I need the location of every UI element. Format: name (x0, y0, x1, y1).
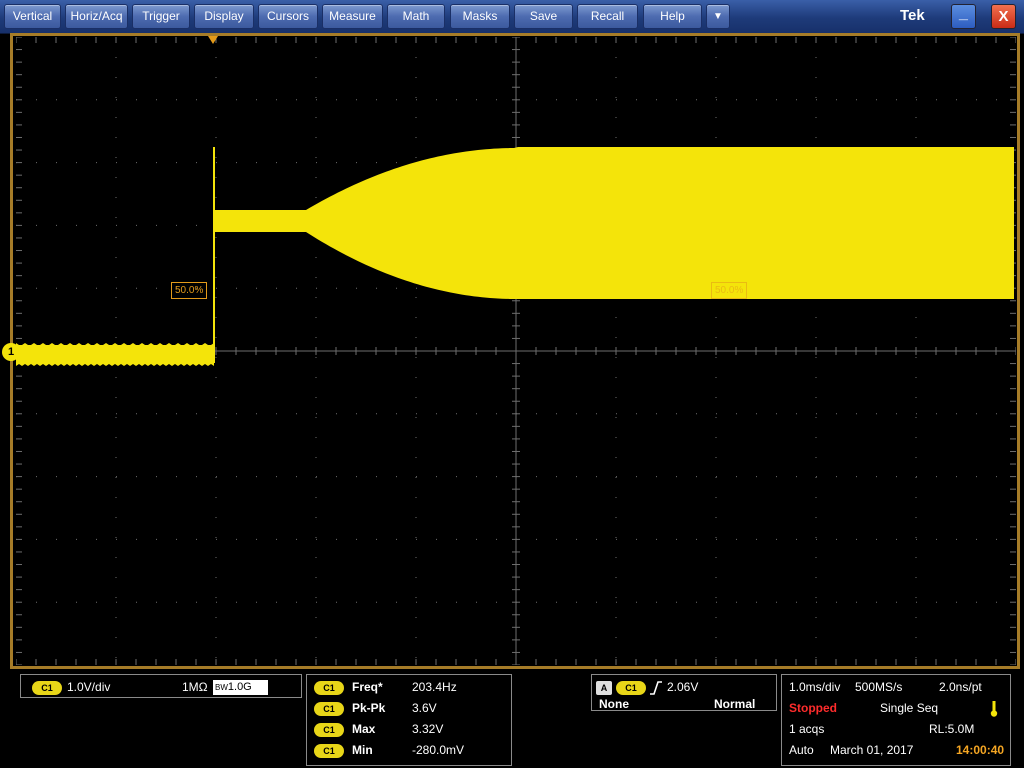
measurement-value: 3.32V (412, 722, 444, 736)
menu-bar: Vertical Horiz/Acq Trigger Display Curso… (0, 0, 1024, 34)
record-length: RL:5.0M (929, 722, 975, 736)
time: 14:00:40 (956, 743, 1005, 757)
menu-more-button[interactable]: ▼ (706, 4, 730, 29)
menu-cursors[interactable]: Cursors (258, 4, 318, 29)
acquisition-count: 1 acqs (789, 722, 825, 736)
trigger-source-badge: C1 (616, 681, 646, 695)
channel-1-trace (16, 147, 1014, 366)
trigger-mode: Normal (714, 697, 756, 711)
menu-help[interactable]: Help (643, 4, 702, 29)
menu-measure[interactable]: Measure (322, 4, 383, 29)
channel-1-ground-marker[interactable]: 1 (2, 343, 20, 361)
chevron-down-icon: ▼ (713, 11, 723, 22)
measurement-label: Min (352, 743, 373, 757)
brand-logo: Tek (900, 7, 925, 24)
menu-masks[interactable]: Masks (450, 4, 510, 29)
menu-math[interactable]: Math (387, 4, 445, 29)
measurement-value: 203.4Hz (412, 680, 457, 694)
thermometer-icon (990, 701, 998, 717)
menu-recall[interactable]: Recall (577, 4, 638, 29)
trigger-coupling: None (599, 697, 629, 711)
measurement-badge: C1 (314, 702, 344, 716)
acquisition-state: Stopped (789, 701, 837, 715)
trace-envelope (306, 147, 1014, 299)
oscilloscope-app: Vertical Horiz/Acq Trigger Display Curso… (0, 0, 1024, 768)
bandwidth-label: BW (215, 683, 228, 692)
menu-trigger[interactable]: Trigger (132, 4, 190, 29)
time-per-point: 2.0ns/pt (939, 680, 982, 694)
menu-vertical[interactable]: Vertical (4, 4, 61, 29)
sample-rate: 500MS/s (855, 680, 903, 694)
trigger-position-marker[interactable] (208, 36, 218, 44)
trigger-level-marker-left[interactable]: 50.0% (171, 282, 208, 299)
date: March 01, 2017 (830, 743, 914, 757)
measurement-value: -280.0mV (412, 743, 465, 757)
trigger-sweep-mode: Auto (789, 743, 814, 757)
measurement-badge: C1 (314, 681, 344, 695)
menu-horiz-acq[interactable]: Horiz/Acq (65, 4, 128, 29)
menu-save[interactable]: Save (514, 4, 573, 29)
bandwidth-value: 1.0G (227, 681, 252, 693)
measurement-badge: C1 (314, 744, 344, 758)
trigger-type-badge: A (596, 681, 612, 695)
trigger-level-marker-right[interactable]: 50.0% (711, 282, 748, 299)
measurement-label: Freq* (352, 680, 383, 694)
measurement-label: Max (352, 722, 376, 736)
rising-edge-icon (650, 681, 662, 695)
timebase: 1.0ms/div (789, 680, 841, 694)
waveform-display[interactable] (16, 37, 1016, 665)
trace-baseline (16, 343, 214, 366)
measurement-value: 3.6V (412, 701, 437, 715)
bandwidth-limit-field[interactable]: BW1.0G (213, 680, 268, 695)
menu-display[interactable]: Display (194, 4, 254, 29)
minimize-button[interactable]: _ (951, 4, 976, 29)
channel-scale: 1.0V/div (67, 680, 111, 694)
acquisition-mode: Single Seq (880, 701, 939, 715)
close-button[interactable]: X (991, 4, 1016, 29)
measurement-label: Pk-Pk (352, 701, 386, 715)
measurement-badge: C1 (314, 723, 344, 737)
trace-flat (214, 210, 306, 232)
channel-badge: C1 (32, 681, 62, 695)
channel-impedance: 1MΩ (182, 680, 208, 694)
trace-spike (213, 147, 215, 363)
trigger-level: 2.06V (667, 680, 699, 694)
